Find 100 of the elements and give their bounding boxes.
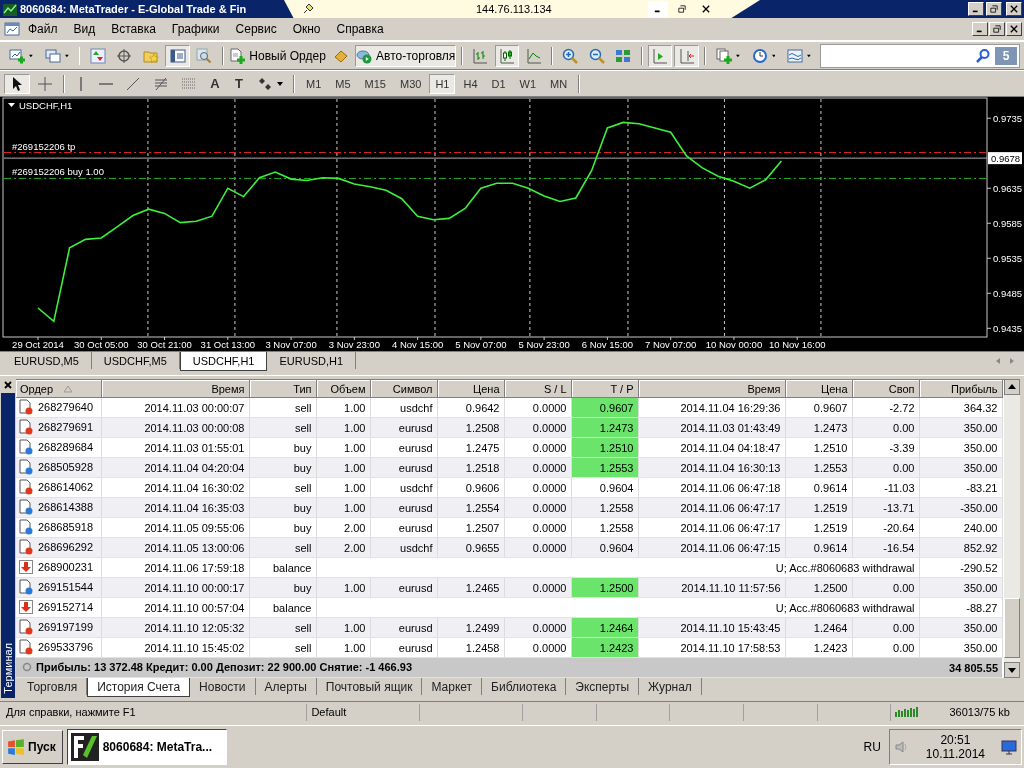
- column-header[interactable]: Объем: [316, 380, 370, 398]
- minimize-button[interactable]: [972, 22, 988, 36]
- y-tick-label: 0.9535: [993, 252, 1023, 264]
- table-cell: -3.39: [852, 437, 919, 458]
- table-cell: sell: [249, 477, 316, 498]
- table-cell: 1.2507: [437, 517, 504, 538]
- timeframe-button[interactable]: M5: [329, 73, 357, 94]
- table-cell: 268505928: [38, 460, 94, 473]
- search-icon[interactable]: [975, 47, 992, 64]
- autoscroll-button[interactable]: [674, 44, 699, 67]
- menu-item[interactable]: Графики: [163, 20, 228, 38]
- window-title: 8060684: MetaTrader - E-Global Trade & Fin: [20, 3, 247, 15]
- scroll-left-icon[interactable]: [994, 357, 1002, 365]
- panel-tab[interactable]: Почтовый ящик: [316, 678, 423, 695]
- caret-icon[interactable]: [8, 103, 15, 107]
- timeframe-button[interactable]: W1: [513, 73, 543, 94]
- table-cell: 1.2423: [785, 637, 852, 658]
- menu-item[interactable]: Файл: [20, 20, 66, 38]
- panel-tab[interactable]: Маркет: [422, 678, 483, 695]
- chart-tab[interactable]: EURUSD,H1: [267, 352, 357, 369]
- timeframe-button[interactable]: H1: [429, 73, 456, 94]
- column-header[interactable]: Время: [101, 380, 249, 398]
- column-header[interactable]: Тип: [249, 380, 316, 398]
- table-cell: 240.00: [919, 517, 1002, 538]
- document-icon: [18, 618, 34, 635]
- terminal-button[interactable]: [165, 44, 190, 67]
- monitor-icon[interactable]: [1001, 739, 1017, 755]
- minimize-button[interactable]: [968, 2, 984, 16]
- scroll-up-icon[interactable]: [1004, 379, 1020, 395]
- candles-button[interactable]: [494, 44, 520, 67]
- column-header[interactable]: Прибыль: [919, 380, 1002, 398]
- column-header[interactable]: T / P: [571, 380, 638, 398]
- panel-tab[interactable]: Библиотека: [482, 678, 567, 695]
- timeframe-button[interactable]: H4: [457, 73, 484, 94]
- table-cell: 1.00: [316, 477, 370, 498]
- timeframe-button[interactable]: MN: [544, 73, 574, 94]
- sort-icon: [63, 384, 74, 393]
- table-cell: 0.0000: [504, 397, 571, 418]
- timeframe-button[interactable]: M15: [358, 73, 392, 94]
- scroll-down-icon[interactable]: [1004, 662, 1020, 678]
- column-header[interactable]: S / L: [504, 380, 571, 398]
- column-header[interactable]: Время: [638, 380, 785, 398]
- status-text: Для справки, нажмите F1: [2, 703, 308, 721]
- shift-button[interactable]: [647, 44, 673, 67]
- text-tool-button[interactable]: A: [204, 73, 226, 94]
- menu-item[interactable]: Окно: [284, 20, 329, 38]
- timeframe-button[interactable]: M1: [300, 73, 328, 94]
- close-icon[interactable]: [3, 380, 13, 390]
- table-cell: 0.0000: [504, 437, 571, 458]
- x-tick-label: 10 Nov 00:00: [705, 339, 763, 350]
- table-cell: 2014.11.04 04:18:47: [638, 437, 785, 458]
- start-button[interactable]: Пуск: [2, 730, 63, 764]
- timeframe-button[interactable]: M30: [393, 73, 428, 94]
- menu-item[interactable]: Сервис: [227, 20, 285, 38]
- panel-tab[interactable]: Алерты: [255, 678, 317, 695]
- column-header[interactable]: Символ: [370, 380, 437, 398]
- scroll-thumb[interactable]: [1004, 598, 1020, 658]
- panel-tab[interactable]: Новости: [190, 678, 256, 695]
- table-cell: 1.00: [316, 437, 370, 458]
- cross-icon: [37, 75, 53, 92]
- profile-name: Default: [307, 703, 420, 721]
- panel-tab[interactable]: История Счета: [87, 678, 191, 697]
- tile-windows-icon: [615, 47, 632, 64]
- chart-window-icon[interactable]: [4, 21, 20, 37]
- table-cell: 268279691: [38, 420, 94, 433]
- menu-item[interactable]: Справка: [328, 20, 392, 38]
- column-header[interactable]: Своп: [852, 380, 919, 398]
- restore-button[interactable]: [986, 2, 1002, 16]
- scroll-right-icon[interactable]: [1008, 357, 1016, 365]
- restore-button[interactable]: [989, 22, 1005, 36]
- language-indicator[interactable]: RU: [863, 740, 881, 754]
- chart-tab[interactable]: USDCHF,M5: [91, 352, 180, 369]
- column-header[interactable]: Цена: [437, 380, 504, 398]
- label-tool-button[interactable]: T: [228, 73, 250, 94]
- panel-tab[interactable]: Эксперты: [566, 678, 640, 695]
- chart-tab[interactable]: USDCHF,H1: [179, 352, 268, 371]
- new-order-button[interactable]: Новый Ордер: [228, 44, 327, 67]
- table-cell: -88.27: [919, 597, 1002, 618]
- table-cell: eurusd: [370, 437, 437, 458]
- cursor-tool-button[interactable]: [4, 73, 30, 94]
- column-header[interactable]: Ордер: [16, 380, 101, 398]
- chart-tab[interactable]: EURUSD,M5: [2, 352, 92, 369]
- close-button[interactable]: [1006, 22, 1022, 36]
- table-cell: 350.00: [919, 637, 1002, 658]
- app-logo-icon: [70, 733, 99, 761]
- panel-tab[interactable]: Журнал: [639, 678, 702, 695]
- scrollbar[interactable]: [1004, 379, 1020, 678]
- menu-item[interactable]: Вставка: [103, 20, 164, 38]
- table-cell: buy: [249, 437, 316, 458]
- column-header[interactable]: Цена: [785, 380, 852, 398]
- auto-trading-button[interactable]: Авто-торговля: [355, 44, 457, 67]
- taskbar-button[interactable]: 8060684: MetaTra...: [66, 729, 227, 765]
- table-cell: 0.0000: [504, 477, 571, 498]
- x-tick-label: 6 Nov 15:00: [581, 339, 634, 350]
- table-cell: 269197199: [38, 620, 94, 633]
- close-button[interactable]: [1006, 2, 1022, 16]
- timeframe-button[interactable]: D1: [485, 73, 512, 94]
- table-cell: 1.00: [316, 397, 370, 418]
- menu-item[interactable]: Вид: [65, 20, 104, 38]
- table-cell: 0.9604: [571, 477, 638, 498]
